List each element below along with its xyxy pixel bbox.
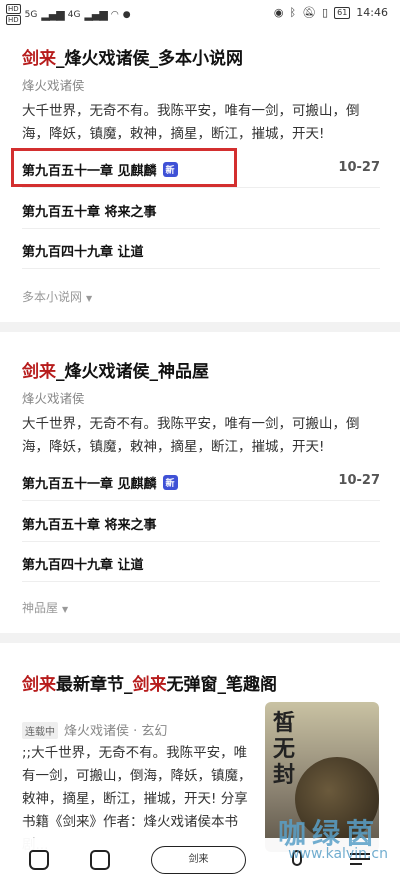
- chapter-date: 10-27: [338, 473, 380, 488]
- source-site[interactable]: 多本小说网 ▼: [22, 288, 92, 305]
- vibrate-icon: ▯: [322, 6, 329, 19]
- result-description: 大千世界，无奇不有。我陈平安，唯有一剑，可搬山，倒海，降妖，镇魔，敕神，摘星，断…: [22, 103, 360, 142]
- network-4g: 4G: [67, 9, 81, 20]
- chapter-title: 第九百四十九章 让道: [22, 558, 144, 573]
- wechat-icon: ●: [122, 9, 131, 20]
- tabs-icon[interactable]: [90, 850, 110, 870]
- chapter-row[interactable]: 第九百五十一章 见麒麟新 10-27: [22, 463, 380, 501]
- battery-icon: 61: [334, 6, 351, 19]
- result-author: 烽火戏诸侯: [22, 78, 85, 93]
- chapter-row[interactable]: 第九百五十章 将来之事: [22, 504, 380, 542]
- watermark-url: www.kalvin.cn: [288, 846, 388, 862]
- chevron-down-icon: ▼: [62, 605, 69, 614]
- bluetooth-icon: ᛒ: [289, 6, 297, 19]
- chevron-down-icon: ▼: [86, 294, 93, 303]
- result-title[interactable]: 剑来最新章节_剑来无弹窗_笔趣阁: [22, 670, 277, 695]
- book-meta: 烽火戏诸侯 · 玄幻: [64, 724, 168, 739]
- nfc-icon: ◉: [273, 6, 284, 19]
- signal-icon-2: ▂▄▆: [84, 8, 107, 21]
- chapter-row[interactable]: 第九百四十九章 让道: [22, 231, 380, 269]
- chapter-row[interactable]: 第九百四十九章 让道: [22, 544, 380, 582]
- chapter-title: 第九百五十一章 见麒麟新: [22, 473, 178, 492]
- new-badge: 新: [162, 475, 178, 490]
- chapter-date: 10-27: [338, 160, 380, 175]
- serial-status-badge: 连载中: [22, 722, 58, 739]
- network-indicators: HD HD 5G ▂▄▆ 4G ▂▄▆ ◠ ●: [6, 4, 131, 25]
- chapter-row[interactable]: 第九百五十章 将来之事: [22, 191, 380, 229]
- result-title[interactable]: 剑来_烽火戏诸侯_多本小说网: [22, 44, 243, 69]
- wifi-icon: ◠: [110, 9, 119, 20]
- annotation-highlight-box: [11, 148, 237, 187]
- status-bar: HD HD 5G ▂▄▆ 4G ▂▄▆ ◠ ● ◉ ᛒ 🔕︎ ▯ 61 14:46: [0, 0, 400, 28]
- cover-text: 皙无封: [273, 710, 296, 788]
- signal-icon: ▂▄▆: [41, 8, 64, 21]
- result-description: 大千世界，无奇不有。我陈平安，唯有一剑，可搬山，倒海，降妖，镇魔，敕神，摘星，断…: [22, 416, 360, 455]
- card-divider: [0, 322, 400, 332]
- chapter-title: 第九百五十章 将来之事: [22, 518, 157, 533]
- chapter-title: 第九百四十九章 让道: [22, 245, 144, 260]
- clock: 14:46: [356, 6, 388, 19]
- system-indicators: ◉ ᛒ 🔕︎ ▯ 61 14:46: [274, 6, 388, 19]
- search-box[interactable]: 剑来: [151, 846, 246, 874]
- source-site[interactable]: 神品屋 ▼: [22, 599, 68, 616]
- mute-icon: 🔕︎: [302, 6, 317, 19]
- home-icon[interactable]: [29, 850, 49, 870]
- chapter-title: 第九百五十章 将来之事: [22, 205, 157, 220]
- card-divider: [0, 633, 400, 643]
- result-author: 烽火戏诸侯: [22, 391, 85, 406]
- hd-icon: HD HD: [6, 4, 21, 25]
- network-5g: 5G: [24, 9, 38, 20]
- result-title[interactable]: 剑来_烽火戏诸侯_神品屋: [22, 357, 209, 382]
